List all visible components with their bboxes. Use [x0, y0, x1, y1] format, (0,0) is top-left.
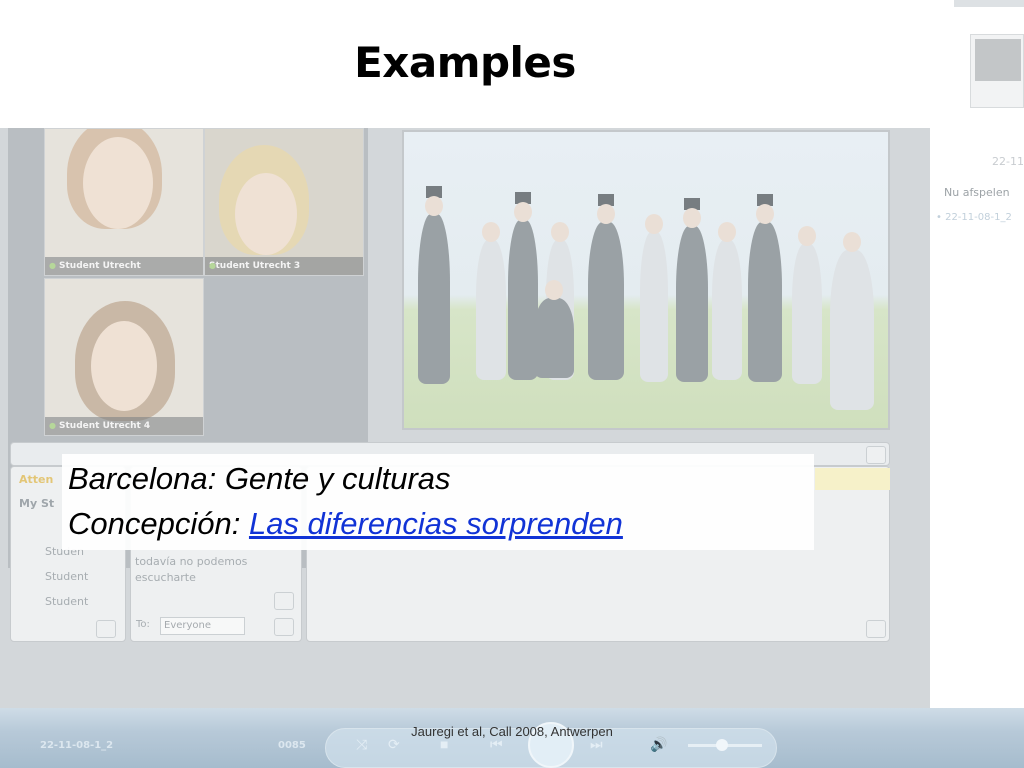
video-student-utrecht-4[interactable]: Student Utrecht 4: [44, 278, 204, 436]
notes-options-button[interactable]: [866, 620, 886, 638]
video-caption: Student Utrecht 3: [205, 257, 363, 275]
video-caption: Student Utrecht: [45, 257, 203, 275]
volume-slider-knob[interactable]: [716, 739, 728, 751]
person-figure: [712, 222, 742, 380]
face-shape: [91, 321, 157, 411]
chat-options-button[interactable]: [274, 618, 294, 636]
person-figure: [418, 186, 450, 384]
now-playing-label: Nu afspelen: [944, 186, 1010, 199]
track-label: 22-11-08-1_2: [40, 740, 114, 751]
person-figure: [748, 194, 782, 382]
example-concepcion: Concepción: Las diferencias sorprenden: [68, 506, 623, 542]
thumbnail-image: [975, 39, 1021, 81]
face-shape: [235, 173, 297, 255]
attendee-options-button[interactable]: [96, 620, 116, 638]
video-caption: Student Utrecht 4: [45, 417, 203, 435]
person-figure: [676, 198, 708, 382]
playlist-item[interactable]: • 22-11-08-1_2: [936, 212, 1012, 223]
time-display: 0085: [278, 740, 306, 751]
example-barcelona: Barcelona: Gente y culturas: [68, 461, 451, 496]
slide-footer: Jauregi et al, Call 2008, Antwerpen: [411, 724, 613, 739]
window-tab-fragment: [954, 0, 1024, 7]
playlist-item-label: 22-11-08-1_2: [945, 212, 1012, 223]
date-fragment: 22-11: [992, 155, 1024, 168]
face-shape: [83, 137, 153, 229]
chat-line: escucharte: [135, 571, 196, 584]
shared-photo-group-costumes: [402, 130, 890, 430]
person-figure: [640, 214, 668, 382]
video-student-utrecht[interactable]: Student Utrecht: [44, 128, 204, 276]
zoom-button[interactable]: [866, 446, 886, 464]
video-student-utrecht-3[interactable]: Student Utrecht 3: [204, 128, 364, 276]
send-button[interactable]: [274, 592, 294, 610]
highlight-bar: [815, 468, 890, 490]
to-label: To:: [136, 619, 150, 630]
recipient-select[interactable]: Everyone: [160, 617, 245, 635]
person-figure: [792, 226, 822, 384]
chat-line: todavía no podemos: [135, 555, 248, 568]
recipient-value: Everyone: [164, 620, 212, 631]
person-figure: [830, 232, 874, 410]
slide-title: Examples: [354, 38, 576, 87]
person-figure: [588, 194, 624, 380]
my-status-label: My St: [19, 497, 55, 510]
las-diferencias-link[interactable]: Las diferencias sorprenden: [249, 506, 623, 541]
attendee-name[interactable]: Student: [45, 570, 88, 583]
concepcion-label: Concepción:: [68, 506, 249, 541]
slide: Examples 22-11 Nu afspelen • 22-11-08-1_…: [0, 0, 1024, 768]
person-figure: [476, 222, 506, 380]
album-thumbnail[interactable]: [970, 34, 1024, 108]
playlist-bullet: •: [936, 212, 946, 223]
attendees-header: Atten: [19, 473, 54, 486]
embedded-screenshot: Student Utrecht Student Utrecht 3 Studen…: [0, 128, 930, 710]
person-figure: [534, 280, 574, 378]
attendee-name[interactable]: Student: [45, 595, 88, 608]
